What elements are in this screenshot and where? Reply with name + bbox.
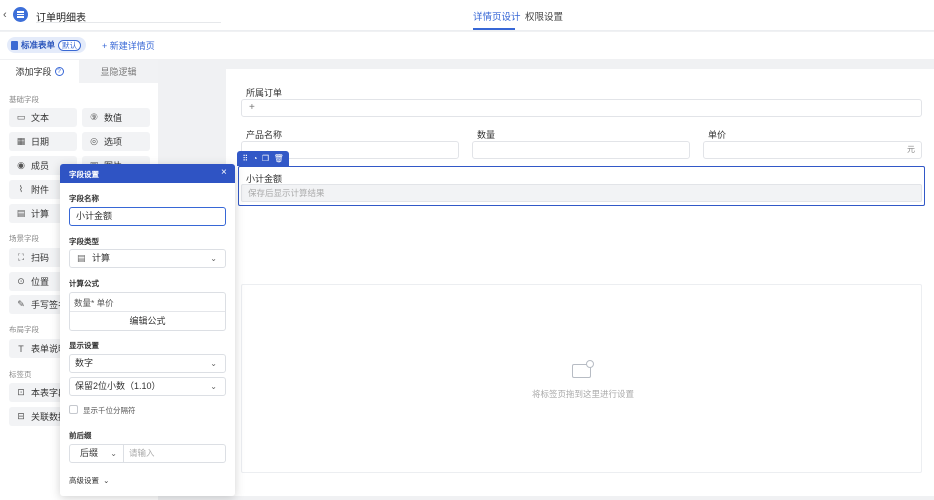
tab-permission-settings[interactable]: 权限设置 xyxy=(525,9,563,23)
unit-price-label: 单价 xyxy=(708,130,727,140)
unit-price-input[interactable]: 元 xyxy=(703,141,922,159)
chevron-down-icon: ⌄ xyxy=(110,449,117,458)
app-grid-icon xyxy=(13,7,28,22)
calendar-icon: ▦ xyxy=(16,136,26,146)
formula-label: 计算公式 xyxy=(69,279,99,288)
folder-add-icon xyxy=(572,360,594,378)
affix-select-value: 后缀 xyxy=(80,448,99,458)
field-name-input[interactable]: 小计金额 xyxy=(69,207,226,226)
number-icon: ⑨ xyxy=(89,112,99,122)
default-badge: 默认 xyxy=(58,39,82,51)
advanced-settings-label: 高级设置 xyxy=(69,476,99,485)
display-settings-label: 显示设置 xyxy=(69,341,99,350)
affix-label: 前后缀 xyxy=(69,431,92,440)
field-toolbar: ⠿ ◔ ❐ 🗑 xyxy=(237,151,289,166)
tab-detail-design[interactable]: 详情页设计 xyxy=(473,9,521,23)
modal-title: 字段设置 xyxy=(69,170,99,179)
quantity-label: 数量 xyxy=(477,130,496,140)
order-input[interactable]: + xyxy=(241,99,922,117)
field-date[interactable]: ▦ 日期 xyxy=(9,132,77,151)
decimal-value: 保留2位小数（1.10） xyxy=(75,381,161,391)
field-text[interactable]: ▭ 文本 xyxy=(9,108,77,127)
top-bar xyxy=(0,0,934,31)
affix-input[interactable]: 请输入 xyxy=(123,444,226,463)
formula-text: 数量* 单价 xyxy=(74,298,114,308)
advanced-settings-toggle[interactable]: 高级设置 ⌄ xyxy=(69,475,109,486)
field-number[interactable]: ⑨ 数值 xyxy=(82,108,150,127)
copy-style-icon[interactable]: ◔ xyxy=(253,154,258,163)
field-type-select[interactable]: ▤ 计算 ⌄ xyxy=(69,249,226,268)
affix-select[interactable]: 后缀 ⌄ xyxy=(69,444,124,463)
tab-add-field[interactable]: 添加字段 ? xyxy=(0,60,79,83)
duplicate-icon[interactable]: ❐ xyxy=(262,154,269,163)
edit-formula-button[interactable]: 编辑公式 xyxy=(70,312,225,330)
product-name-label: 产品名称 xyxy=(246,130,283,140)
calculator-icon: ▤ xyxy=(77,253,86,263)
standard-form-chip[interactable]: 标准表单 默认 xyxy=(7,37,87,53)
order-label: 所属订单 xyxy=(246,88,283,98)
table-icon: ⊡ xyxy=(17,387,25,397)
section-tab-pages: 标签页 xyxy=(9,370,32,379)
drag-handle-icon[interactable]: ⠿ xyxy=(242,154,248,163)
field-name-label: 字段名称 xyxy=(69,194,99,203)
scan-icon: ⛶ xyxy=(17,252,25,262)
text-field-icon: ▭ xyxy=(16,112,26,122)
drop-zone-hint: 将标签页拖到这里进行设置 xyxy=(532,389,635,399)
section-layout-fields: 布局字段 xyxy=(9,325,39,334)
tab-visibility-logic[interactable]: 显隐逻辑 xyxy=(79,60,158,83)
chevron-down-icon: ⌄ xyxy=(210,382,217,391)
active-tab-indicator xyxy=(473,28,515,30)
display-format-value: 数字 xyxy=(75,358,94,368)
new-detail-page-button[interactable]: + 新建详情页 xyxy=(102,39,155,52)
chevron-down-icon: ⌄ xyxy=(210,254,217,263)
delete-icon[interactable]: 🗑 xyxy=(274,154,284,163)
field-option[interactable]: ◎ 选项 xyxy=(82,132,150,151)
document-icon xyxy=(11,40,18,50)
display-format-select[interactable]: 数字 ⌄ xyxy=(69,354,226,373)
chevron-down-icon: ⌄ xyxy=(210,359,217,368)
thousands-separator-checkbox[interactable] xyxy=(69,405,78,414)
field-type-label: 字段类型 xyxy=(69,237,99,246)
thousands-separator-label: 显示千位分隔符 xyxy=(83,406,136,415)
section-basic-fields: 基础字段 xyxy=(9,95,39,104)
calculator-icon: ▤ xyxy=(16,208,26,218)
section-scene-fields: 场景字段 xyxy=(9,234,39,243)
check-circle-icon: ◎ xyxy=(90,136,98,146)
chip-label: 标准表单 xyxy=(21,40,56,50)
signature-icon: ✎ xyxy=(17,299,25,309)
tab-add-field-label: 添加字段 xyxy=(15,67,52,77)
help-question-icon[interactable]: ? xyxy=(54,67,64,76)
subtotal-input: 保存后显示计算结果 xyxy=(241,184,922,202)
location-icon: ⊙ xyxy=(17,276,25,286)
field-type-value: 计算 xyxy=(92,253,111,263)
decimal-select[interactable]: 保留2位小数（1.10） ⌄ xyxy=(69,377,226,396)
tab-drop-zone[interactable] xyxy=(241,284,922,473)
link-data-icon: ⊟ xyxy=(17,411,25,421)
member-icon: ◉ xyxy=(17,160,25,170)
back-chevron-icon[interactable]: ‹ xyxy=(3,9,13,21)
title-underline xyxy=(36,22,221,23)
quantity-input[interactable] xyxy=(472,141,690,159)
close-icon[interactable]: × xyxy=(221,167,227,178)
chevron-down-icon: ⌄ xyxy=(103,476,110,485)
paperclip-icon: ⌇ xyxy=(18,184,24,194)
text-t-icon: T xyxy=(18,343,24,354)
